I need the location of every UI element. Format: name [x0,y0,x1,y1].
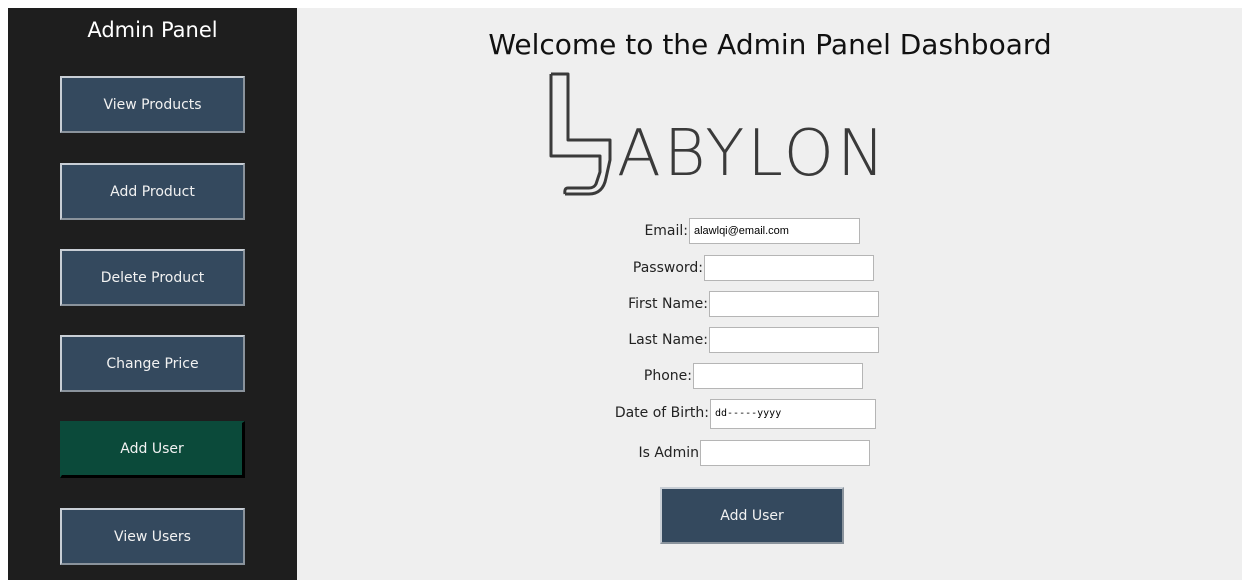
sidebar: Admin Panel View Products Add Product De… [8,8,297,580]
add-user-submit-button[interactable]: Add User [660,487,844,544]
is-admin-label: Is Admin [638,445,700,461]
password-label: Password: [632,260,703,276]
is-admin-field[interactable] [700,440,870,466]
delete-product-button[interactable]: Delete Product [60,249,245,306]
logo-text: ABYLON [617,117,888,191]
first-name-field[interactable] [709,291,879,317]
first-name-label: First Name: [628,296,708,312]
phone-field[interactable] [693,363,863,389]
babylon-logo-icon [549,72,612,196]
add-product-button[interactable]: Add Product [60,163,245,220]
sidebar-title: Admin Panel [87,18,218,42]
dob-label: Date of Birth: [614,405,709,421]
view-users-button[interactable]: View Users [60,508,245,565]
page-title: Welcome to the Admin Panel Dashboard [488,28,1052,61]
email-label: Email: [644,223,688,239]
last-name-label: Last Name: [628,332,708,348]
view-products-button[interactable]: View Products [60,76,245,133]
phone-label: Phone: [643,368,692,384]
add-user-nav-button[interactable]: Add User [60,421,245,478]
last-name-field[interactable] [709,327,879,353]
password-field[interactable] [704,255,874,281]
change-price-button[interactable]: Change Price [60,335,245,392]
email-field[interactable]: alawlqi@email.com [689,218,860,244]
date-of-birth-field[interactable]: dd-----yyyy [710,399,876,429]
